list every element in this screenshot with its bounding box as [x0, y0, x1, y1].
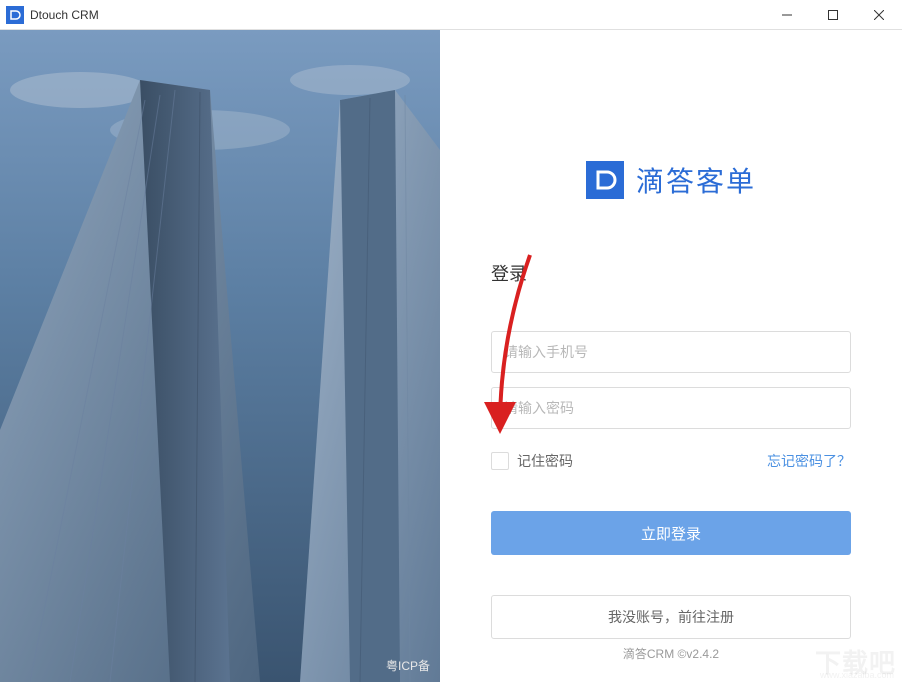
brand: 滴答客单	[586, 160, 756, 200]
version-text: 滴答CRM ©v2.4.2	[623, 645, 719, 662]
minimize-button[interactable]	[764, 0, 810, 30]
login-button[interactable]: 立即登录	[491, 511, 851, 555]
window-title: Dtouch CRM	[30, 8, 99, 22]
remember-label: 记住密码	[517, 451, 573, 471]
remember-row: 记住密码 忘记密码了？	[491, 451, 851, 471]
brand-icon	[586, 161, 624, 199]
icp-text: 粤ICP备	[386, 657, 430, 674]
hero-image-panel: 粤ICP备	[0, 30, 440, 682]
login-form: 登录 记住密码 忘记密码了？ 立即登录 我没账号，前往注册	[491, 260, 851, 639]
register-button[interactable]: 我没账号，前往注册	[491, 595, 851, 639]
maximize-button[interactable]	[810, 0, 856, 30]
phone-input[interactable]	[491, 331, 851, 373]
titlebar: Dtouch CRM	[0, 0, 902, 30]
brand-name: 滴答客单	[636, 160, 756, 200]
login-panel: 滴答客单 登录 记住密码 忘记密码了？ 立即登录 我没账号，前往注册 滴答CRM…	[440, 30, 902, 682]
login-heading: 登录	[491, 260, 851, 286]
forgot-password-link[interactable]: 忘记密码了？	[767, 451, 851, 471]
app-icon	[6, 6, 24, 24]
remember-checkbox[interactable]	[491, 452, 509, 470]
window-controls	[764, 0, 902, 30]
close-button[interactable]	[856, 0, 902, 30]
password-input[interactable]	[491, 387, 851, 429]
